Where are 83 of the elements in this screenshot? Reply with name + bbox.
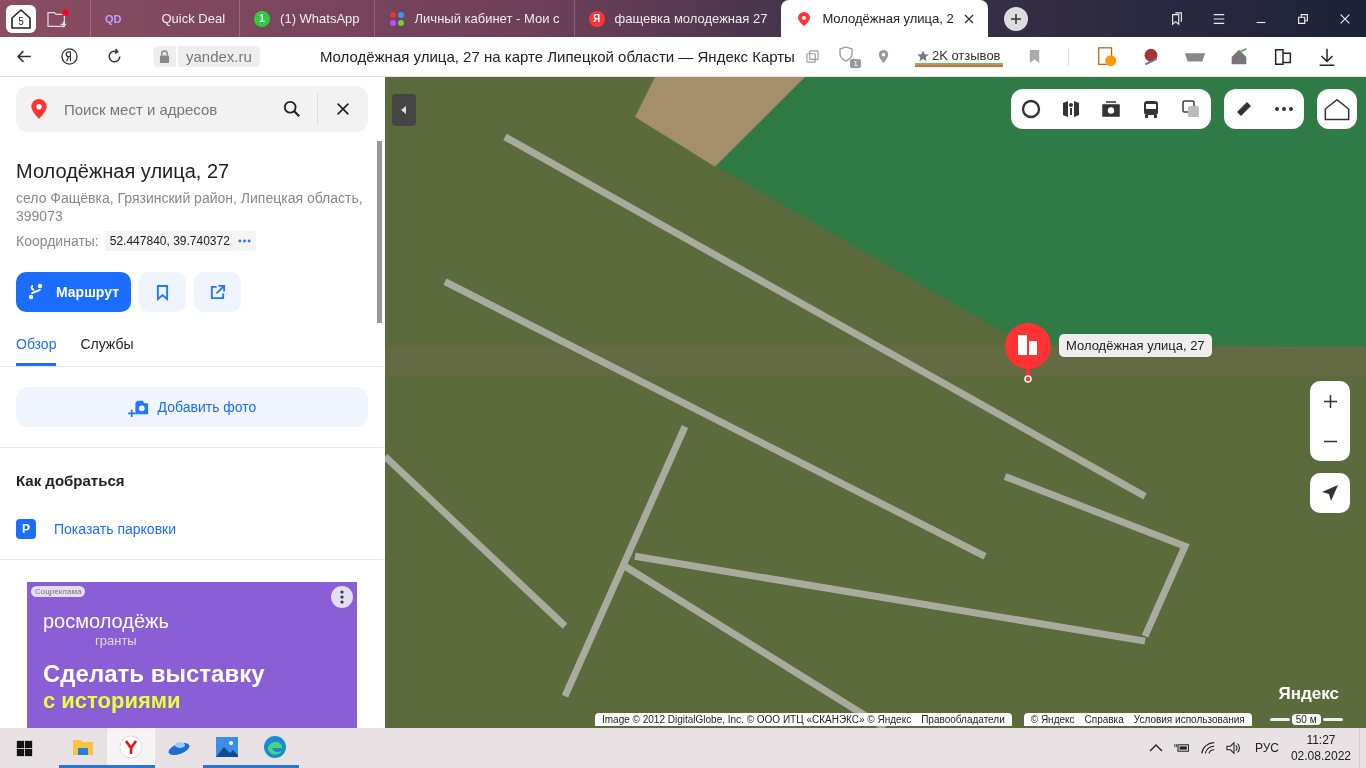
- camera-icon[interactable]: [1101, 99, 1121, 119]
- dots-icon: [388, 10, 405, 27]
- share-icon: [209, 283, 227, 301]
- ad-brand-subtitle: гранты: [95, 633, 138, 648]
- site-info-button[interactable]: [153, 46, 176, 67]
- place-title: Молодёжная улица, 27: [16, 160, 231, 183]
- copyright-text: © Яндекс: [1030, 714, 1075, 725]
- menu-icon[interactable]: [1212, 11, 1226, 26]
- locate-button[interactable]: [1310, 473, 1350, 513]
- footer-link[interactable]: Условия использования: [1133, 714, 1245, 725]
- bus-icon[interactable]: [1141, 99, 1161, 119]
- plus-icon: [1009, 12, 1022, 25]
- map-pin-icon: [30, 98, 48, 120]
- navigation-arrow-icon: [1321, 484, 1339, 502]
- close-icon[interactable]: [963, 13, 974, 24]
- search-bar[interactable]: Поиск мест и адресов: [16, 86, 368, 132]
- bookmarks-icon[interactable]: [1170, 11, 1184, 26]
- reload-icon[interactable]: [106, 48, 123, 65]
- restore-icon[interactable]: [1296, 11, 1310, 26]
- layers-icon[interactable]: [1181, 99, 1201, 119]
- new-tab-button[interactable]: [1003, 6, 1028, 31]
- ad-tag: Соцреклама: [31, 586, 86, 597]
- folder-plus-icon[interactable]: [46, 8, 70, 29]
- marker-label: Молодёжная улица, 27: [1059, 334, 1212, 357]
- scrollbar[interactable]: [377, 141, 382, 323]
- triangle-left-icon: [401, 106, 407, 114]
- browser-tab[interactable]: Молодёжная улица, 2: [781, 0, 988, 37]
- parking-icon: P: [16, 519, 36, 539]
- coordinates-chip[interactable]: 52.447840, 39.740372: [104, 231, 256, 251]
- route-button[interactable]: Маршрут: [16, 272, 132, 312]
- ad-highlight: с историями: [43, 688, 182, 714]
- language-indicator[interactable]: РУС: [1254, 741, 1279, 755]
- house-logo-button[interactable]: [1317, 89, 1357, 129]
- coordinates-label: Координаты:: [16, 233, 99, 249]
- ad-banner[interactable]: Соцреклама росмолодёжь гранты Сделать выставку с историями: [27, 582, 357, 728]
- map-pin-icon: [796, 10, 813, 27]
- reviews-button[interactable]: 2K отзывов: [914, 46, 1003, 67]
- panel-tab[interactable]: Обзор: [16, 336, 57, 366]
- page-title: Молодёжная улица, 27 на карте Липецкой области — Яндекс Карты: [319, 48, 795, 65]
- clock-date[interactable]: 02.08.2022: [1290, 748, 1351, 764]
- panel-tab[interactable]: Службы: [80, 336, 134, 366]
- circle-icon[interactable]: [1021, 99, 1041, 119]
- close-icon[interactable]: [334, 100, 352, 118]
- bookmark-icon: [156, 283, 170, 301]
- tab-favicon-text: Я: [588, 10, 605, 27]
- building-marker-icon[interactable]: [1005, 323, 1051, 383]
- tab-favicon-text: QD: [105, 12, 122, 25]
- search-field[interactable]: Поиск мест и адресов: [62, 99, 279, 119]
- more-icon[interactable]: [331, 586, 353, 608]
- clock-time[interactable]: 11:27: [1306, 732, 1336, 748]
- share-button[interactable]: [194, 272, 242, 312]
- attribution-text: Image © 2012 DigitalGlobe, Inc. © ООО ИТЦ «СКАНЭКС» © Яндекс: [602, 714, 912, 725]
- zoom-in-icon[interactable]: [1322, 393, 1338, 409]
- shield-icon: [837, 45, 854, 62]
- house-icon: [1323, 97, 1351, 121]
- search-icon[interactable]: [283, 100, 301, 118]
- footer-link[interactable]: Справка: [1084, 714, 1124, 725]
- lock-icon: [159, 50, 170, 63]
- browser-logo-icon[interactable]: [61, 48, 78, 65]
- speaker-icon[interactable]: [1225, 740, 1242, 756]
- url-field[interactable]: yandex.ru: [178, 46, 260, 67]
- more-icon: [237, 239, 251, 243]
- attribution-link[interactable]: Правообладатели: [921, 714, 1005, 725]
- chat-badge-icon: 1: [254, 10, 271, 27]
- browser-icon[interactable]: [107, 728, 155, 768]
- parking-link[interactable]: Показать парковки: [54, 521, 176, 537]
- back-arrow-icon[interactable]: [16, 48, 33, 65]
- map-scale: 50 м: [1291, 714, 1321, 725]
- star-icon: [916, 49, 929, 62]
- wifi-icon[interactable]: [1199, 740, 1216, 756]
- copy-icon[interactable]: [804, 49, 820, 64]
- panorama-person-icon[interactable]: [1061, 99, 1081, 119]
- map-logo[interactable]: Яндекс: [1278, 684, 1339, 704]
- satellite-map-drawing[interactable]: [385, 77, 1366, 728]
- bookmark-button[interactable]: [139, 272, 187, 312]
- ad-headline: Сделать выставку: [43, 660, 266, 688]
- add-photo-button[interactable]: Добавить фото: [16, 387, 368, 427]
- shield-badge: 1: [850, 58, 861, 68]
- section-heading: Как добраться: [16, 472, 126, 489]
- windows-start-icon[interactable]: [16, 739, 33, 757]
- collapse-panel-button[interactable]: [392, 94, 416, 126]
- place-address: село Фащёвка, Грязинский район, Липецкая область, 399073: [16, 189, 364, 225]
- ad-brand: росмолодёжь: [43, 610, 170, 633]
